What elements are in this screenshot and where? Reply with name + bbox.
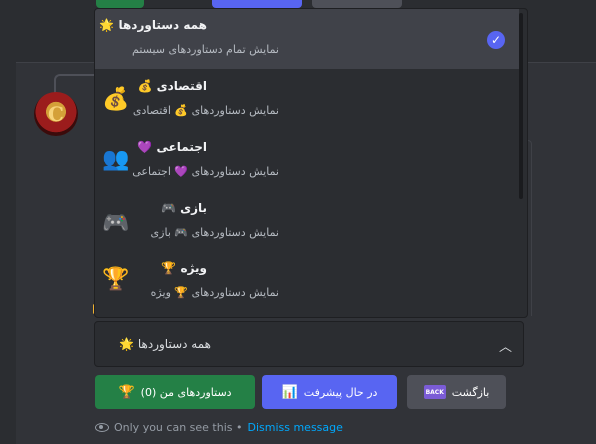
server-sidebar-strip <box>0 0 16 444</box>
dismiss-message-link[interactable]: Dismiss message <box>247 421 342 434</box>
option-title: اجتماعی 💜 <box>137 140 207 154</box>
option-description: نمایش دستاوردهای 💰 اقتصادی <box>132 104 279 117</box>
menu-option-social[interactable]: 👥 اجتماعی 💜 نمایش دستاوردهای 💜 اجتماعی <box>95 129 519 189</box>
option-description: نمایش تمام دستاوردهای سیستم <box>132 43 279 56</box>
option-title: اقتصادی 💰 <box>137 79 207 93</box>
option-title: همه دستاوردها 🌟 <box>99 18 207 32</box>
option-title: بازی 🎮 <box>160 201 207 215</box>
button-label: دستاوردهای من (0) <box>140 385 232 399</box>
select-value: همه دستاوردها 🌟 <box>119 337 211 351</box>
in-progress-button[interactable]: در حال پیشرفت 📊 <box>262 375 397 409</box>
menu-option-all[interactable]: همه دستاوردها 🌟 نمایش تمام دستاوردهای سی… <box>95 9 519 69</box>
avatar[interactable]: C <box>34 92 78 136</box>
trophy-icon: 🏆 <box>118 384 135 400</box>
chevron-up-icon: ︿ <box>499 340 513 355</box>
menu-option-games[interactable]: 🎮 بازی 🎮 نمایش دستاوردهای 🎮 بازی <box>95 189 519 249</box>
menu-option-economy[interactable]: 💰 اقتصادی 💰 نمایش دستاوردهای 💰 اقتصادی <box>95 69 519 129</box>
bar-chart-icon: 📊 <box>281 384 298 400</box>
menu-scrollbar[interactable] <box>519 13 523 199</box>
check-circle-icon: ✓ <box>487 31 505 49</box>
menu-option-special[interactable]: 🏆 ویژه 🏆 نمایش دستاوردهای 🏆 ویژه <box>95 249 519 309</box>
previous-green-button[interactable] <box>96 0 144 8</box>
previous-gray-button[interactable] <box>312 0 402 8</box>
back-button[interactable]: بازگشت BACK <box>407 375 506 409</box>
category-select[interactable]: همه دستاوردها 🌟 ︿ <box>94 321 524 367</box>
notice-text: Only you can see this • <box>114 420 243 434</box>
option-description: نمایش دستاوردهای 🏆 ویژه <box>150 286 279 299</box>
reply-connector <box>54 74 96 94</box>
my-achievements-button[interactable]: دستاوردهای من (0) 🏆 <box>95 375 255 409</box>
previous-blue-button[interactable] <box>212 0 302 8</box>
eye-icon <box>95 422 109 432</box>
avatar-letter: C <box>48 102 64 126</box>
back-icon-text: BACK <box>425 388 444 396</box>
ephemeral-notice: Only you can see this • Dismiss message <box>95 419 343 435</box>
option-description: نمایش دستاوردهای 🎮 بازی <box>150 226 279 239</box>
button-label: بازگشت <box>451 385 490 399</box>
option-description: نمایش دستاوردهای 💜 اجتماعی <box>132 165 279 178</box>
button-label: در حال پیشرفت <box>303 385 378 399</box>
back-arrow-icon: BACK <box>423 385 446 399</box>
option-title: ویژه 🏆 <box>161 261 207 275</box>
achievement-category-menu: همه دستاوردها 🌟 نمایش تمام دستاوردهای سی… <box>94 8 528 318</box>
